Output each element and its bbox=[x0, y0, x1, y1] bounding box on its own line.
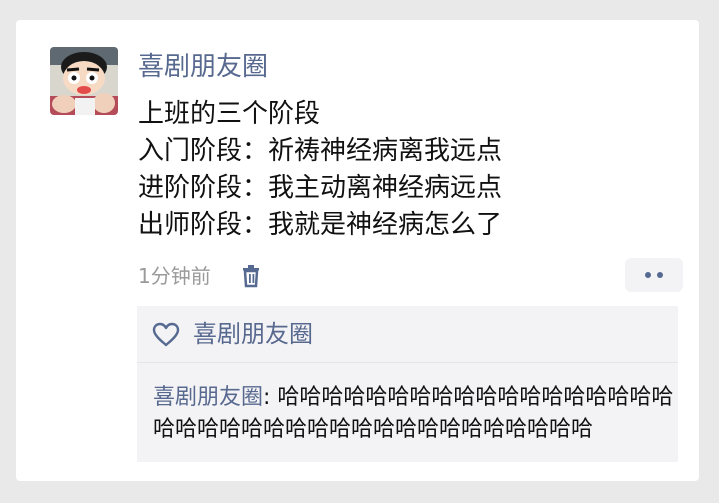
avatar-image bbox=[50, 47, 118, 115]
trash-icon[interactable] bbox=[240, 264, 262, 288]
post-line: 进阶阶段：我主动离神经病远点 bbox=[138, 173, 503, 203]
post-line: 入门阶段：祈祷神经病离我远点 bbox=[138, 136, 503, 166]
more-dot bbox=[645, 272, 651, 278]
moment-card: 喜剧朋友圈 上班的三个阶段 入门阶段：祈祷神经病离我远点 进阶阶段：我主动离神经… bbox=[16, 20, 699, 481]
post-author[interactable]: 喜剧朋友圈 bbox=[138, 50, 268, 84]
more-button[interactable] bbox=[625, 258, 683, 292]
post-content: 上班的三个阶段 入门阶段：祈祷神经病离我远点 进阶阶段：我主动离神经病远点 出师… bbox=[138, 96, 678, 244]
liker-name[interactable]: 喜剧朋友圈 bbox=[193, 318, 313, 350]
more-dot bbox=[657, 272, 663, 278]
post-line: 出师阶段：我就是神经病怎么了 bbox=[138, 210, 503, 240]
post-line: 上班的三个阶段 bbox=[138, 99, 321, 129]
avatar[interactable] bbox=[50, 47, 118, 115]
heart-icon bbox=[152, 322, 180, 347]
post-timestamp: 1分钟前 bbox=[138, 264, 211, 288]
comment-separator: : bbox=[263, 385, 278, 410]
interaction-panel: 喜剧朋友圈 喜剧朋友圈: 哈哈哈哈哈哈哈哈哈哈哈哈哈哈哈哈哈哈哈哈哈哈哈哈哈哈哈… bbox=[137, 306, 678, 462]
comment[interactable]: 喜剧朋友圈: 哈哈哈哈哈哈哈哈哈哈哈哈哈哈哈哈哈哈哈哈哈哈哈哈哈哈哈哈哈哈哈哈哈… bbox=[153, 382, 675, 446]
divider bbox=[137, 362, 678, 363]
comment-author[interactable]: 喜剧朋友圈 bbox=[153, 385, 263, 410]
